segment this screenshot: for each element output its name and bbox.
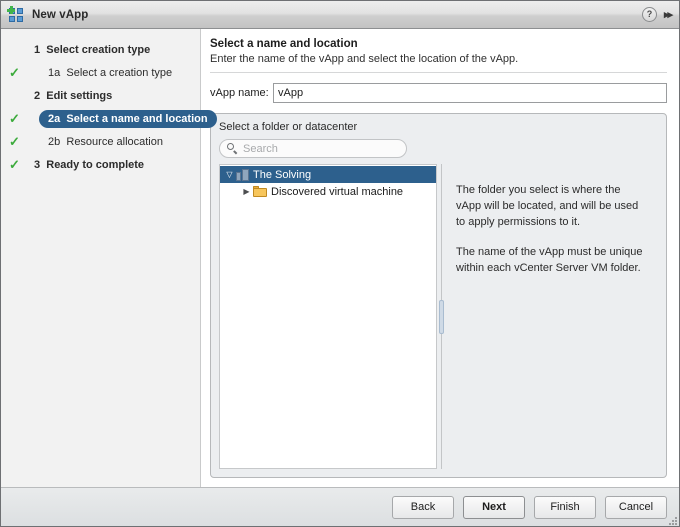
page-subtitle: Enter the name of the vApp and select th… [210,53,667,73]
folder-selector-title: Select a folder or datacenter [219,121,358,133]
datacenter-icon [236,168,249,181]
selector-panes: ▽ The Solving ▶ Discovered virtual machi… [219,164,658,469]
main-content: Select a name and location Enter the nam… [201,29,679,487]
folder-selector-panel: Select a folder or datacenter ▽ [210,113,667,478]
new-vapp-dialog: New vApp ? ▸▸ 1 Select creation type ✓ 1… [0,0,680,527]
sidebar-selected-pill: 2a Select a name and location [39,109,217,128]
sidebar-item-edit-settings[interactable]: 2 Edit settings [1,84,200,107]
title-bar-actions: ? ▸▸ [641,7,673,22]
tree-item-discovered-virtual-machine[interactable]: ▶ Discovered virtual machine [220,183,436,200]
step-check-icon: ✓ [9,111,20,126]
sidebar-item-label: 2a Select a name and location [48,112,208,125]
vapp-icon [7,6,25,23]
resize-grip[interactable] [666,514,677,525]
sidebar-item-select-a-name-and-location[interactable]: ✓ 2a Select a name and location [1,107,217,130]
sidebar-item-select-a-creation-type[interactable]: ✓ 1a Select a creation type [1,61,200,84]
sidebar-item-label: 2b Resource allocation [48,135,163,148]
wizard-steps-sidebar: 1 Select creation type ✓ 1a Select a cre… [1,29,217,487]
sidebar-item-label: 1a Select a creation type [48,66,173,79]
step-check-icon: ✓ [9,134,20,149]
vapp-name-label: vApp name: [210,87,269,99]
search-box[interactable] [219,139,407,158]
next-button[interactable]: Next [463,495,525,519]
sidebar-item-ready-to-complete[interactable]: ✓ 3 Ready to complete [1,153,200,176]
back-button[interactable]: Back [392,495,454,519]
sidebar-item-label: 2 Edit settings [34,89,113,102]
info-paragraph: The folder you select is where the vApp … [456,184,639,228]
tree-item-label: The Solving [253,168,312,181]
chevron-down-icon[interactable]: ▽ [224,170,235,179]
sidebar-item-label: 3 Ready to complete [34,158,145,171]
help-icon[interactable]: ? [641,7,657,22]
pane-splitter[interactable] [437,164,446,469]
splitter-grip[interactable] [439,299,444,334]
finish-button[interactable]: Finish [534,495,596,519]
page-title: Select a name and location [210,38,358,50]
info-pane: The folder you select is where the vApp … [446,164,658,469]
dialog-body: 1 Select creation type ✓ 1a Select a cre… [1,29,679,487]
title-bar: New vApp ? ▸▸ [1,1,679,29]
sidebar-item-resource-allocation[interactable]: ✓ 2b Resource allocation [1,130,200,153]
expand-chevrons-icon[interactable]: ▸▸ [664,8,673,21]
sidebar-item-select-creation-type[interactable]: 1 Select creation type [1,38,200,61]
sidebar-item-label: 1 Select creation type [34,43,151,56]
window-title: New vApp [32,8,89,21]
tree-item-label: Discovered virtual machine [271,185,404,198]
step-check-icon: ✓ [9,65,20,80]
cancel-button[interactable]: Cancel [605,495,667,519]
search-input[interactable] [243,142,399,155]
vapp-name-input[interactable] [273,83,667,103]
chevron-right-icon[interactable]: ▶ [241,187,252,196]
vapp-name-row: vApp name: [210,83,667,103]
dialog-footer: Back Next Finish Cancel [1,487,679,526]
step-check-icon: ✓ [9,157,20,172]
search-icon [227,143,238,155]
folder-icon [253,186,267,197]
info-paragraph: The name of the vApp must be unique with… [456,246,643,274]
tree-item-the-solving[interactable]: ▽ The Solving [220,166,436,183]
folder-tree: ▽ The Solving ▶ Discovered virtual machi… [219,164,437,469]
